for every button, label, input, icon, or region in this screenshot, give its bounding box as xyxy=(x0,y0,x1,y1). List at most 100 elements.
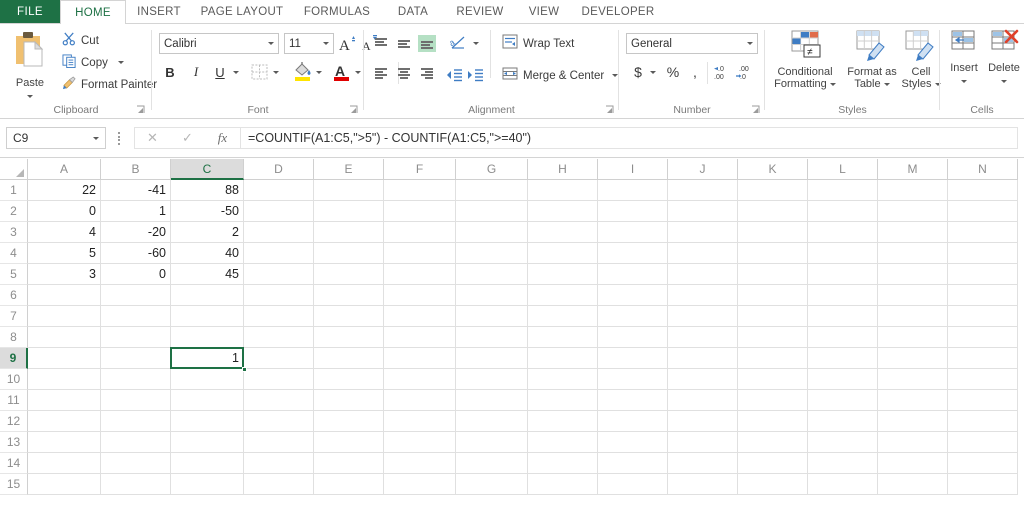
cell-B9[interactable] xyxy=(101,348,171,369)
cell-L13[interactable] xyxy=(808,432,878,453)
cell-H14[interactable] xyxy=(528,453,598,474)
select-all-corner[interactable] xyxy=(0,159,28,180)
cell-A11[interactable] xyxy=(28,390,101,411)
cell-H3[interactable] xyxy=(528,222,598,243)
cell-I10[interactable] xyxy=(598,369,668,390)
copy-dropdown-caret-icon[interactable] xyxy=(117,61,124,64)
cell-G15[interactable] xyxy=(456,474,528,495)
cell-F10[interactable] xyxy=(384,369,456,390)
cell-L4[interactable] xyxy=(808,243,878,264)
cell-K6[interactable] xyxy=(738,285,808,306)
cell-M11[interactable] xyxy=(878,390,948,411)
cell-C6[interactable] xyxy=(171,285,244,306)
cell-D12[interactable] xyxy=(244,411,314,432)
cell-E3[interactable] xyxy=(314,222,384,243)
name-box[interactable]: C9 xyxy=(6,127,106,149)
column-header-l[interactable]: L xyxy=(808,159,878,180)
cell-I2[interactable] xyxy=(598,201,668,222)
fill-handle[interactable] xyxy=(242,367,247,372)
cell-A5[interactable]: 3 xyxy=(28,264,101,285)
column-header-j[interactable]: J xyxy=(668,159,738,180)
column-header-f[interactable]: F xyxy=(384,159,456,180)
cell-E2[interactable] xyxy=(314,201,384,222)
cell-K12[interactable] xyxy=(738,411,808,432)
cell-D1[interactable] xyxy=(244,180,314,201)
row-header-11[interactable]: 11 xyxy=(0,390,28,411)
cell-L1[interactable] xyxy=(808,180,878,201)
cell-G12[interactable] xyxy=(456,411,528,432)
cell-L5[interactable] xyxy=(808,264,878,285)
cell-F4[interactable] xyxy=(384,243,456,264)
delete-cells-button[interactable]: Delete xyxy=(984,29,1024,86)
formula-bar-grip[interactable] xyxy=(118,132,122,145)
wrap-text-button[interactable]: Wrap Text xyxy=(502,34,574,53)
cell-B14[interactable] xyxy=(101,453,171,474)
cut-button[interactable]: Cut xyxy=(62,32,99,49)
cell-K1[interactable] xyxy=(738,180,808,201)
cell-I13[interactable] xyxy=(598,432,668,453)
cell-A6[interactable] xyxy=(28,285,101,306)
cell-F9[interactable] xyxy=(384,348,456,369)
cell-L7[interactable] xyxy=(808,306,878,327)
column-header-n[interactable]: N xyxy=(948,159,1018,180)
format-painter-button[interactable]: Format Painter xyxy=(62,76,157,93)
cell-F13[interactable] xyxy=(384,432,456,453)
row-header-15[interactable]: 15 xyxy=(0,474,28,495)
row-header-3[interactable]: 3 xyxy=(0,222,28,243)
cell-J11[interactable] xyxy=(668,390,738,411)
cell-G2[interactable] xyxy=(456,201,528,222)
cell-C1[interactable]: 88 xyxy=(171,180,244,201)
cell-M1[interactable] xyxy=(878,180,948,201)
cell-K2[interactable] xyxy=(738,201,808,222)
cell-K14[interactable] xyxy=(738,453,808,474)
font-size-combo[interactable]: 11 xyxy=(284,33,334,54)
formula-input[interactable]: =COUNTIF(A1:C5,">5") - COUNTIF(A1:C5,">=… xyxy=(240,127,1018,149)
paste-dropdown-caret-icon[interactable] xyxy=(27,95,33,99)
format-as-table-dropdown-caret-icon[interactable] xyxy=(883,82,890,86)
enter-formula-button[interactable]: ✓ xyxy=(170,130,205,146)
cell-H11[interactable] xyxy=(528,390,598,411)
column-header-b[interactable]: B xyxy=(101,159,171,180)
cell-H7[interactable] xyxy=(528,306,598,327)
row-header-4[interactable]: 4 xyxy=(0,243,28,264)
cell-F7[interactable] xyxy=(384,306,456,327)
decrease-indent-button[interactable] xyxy=(444,66,464,84)
cell-A8[interactable] xyxy=(28,327,101,348)
cell-A15[interactable] xyxy=(28,474,101,495)
row-header-2[interactable]: 2 xyxy=(0,201,28,222)
cell-L6[interactable] xyxy=(808,285,878,306)
cell-F6[interactable] xyxy=(384,285,456,306)
cell-G1[interactable] xyxy=(456,180,528,201)
cell-A1[interactable]: 22 xyxy=(28,180,101,201)
cell-I5[interactable] xyxy=(598,264,668,285)
cell-D8[interactable] xyxy=(244,327,314,348)
cell-H2[interactable] xyxy=(528,201,598,222)
cell-N7[interactable] xyxy=(948,306,1018,327)
tab-insert[interactable]: INSERT xyxy=(126,0,192,24)
column-header-h[interactable]: H xyxy=(528,159,598,180)
cell-D13[interactable] xyxy=(244,432,314,453)
cell-I8[interactable] xyxy=(598,327,668,348)
delete-dropdown-caret-icon[interactable] xyxy=(1001,79,1007,83)
cell-K7[interactable] xyxy=(738,306,808,327)
cell-M6[interactable] xyxy=(878,285,948,306)
cell-E10[interactable] xyxy=(314,369,384,390)
row-header-8[interactable]: 8 xyxy=(0,327,28,348)
cell-A13[interactable] xyxy=(28,432,101,453)
cell-E4[interactable] xyxy=(314,243,384,264)
cell-H13[interactable] xyxy=(528,432,598,453)
cell-G5[interactable] xyxy=(456,264,528,285)
cell-M10[interactable] xyxy=(878,369,948,390)
cell-F12[interactable] xyxy=(384,411,456,432)
column-header-a[interactable]: A xyxy=(28,159,101,180)
cell-J13[interactable] xyxy=(668,432,738,453)
cell-F8[interactable] xyxy=(384,327,456,348)
column-header-e[interactable]: E xyxy=(314,159,384,180)
name-box-caret-icon[interactable] xyxy=(87,136,105,140)
tab-view[interactable]: VIEW xyxy=(516,0,572,24)
cell-E9[interactable] xyxy=(314,348,384,369)
cell-N15[interactable] xyxy=(948,474,1018,495)
cell-E6[interactable] xyxy=(314,285,384,306)
cell-K10[interactable] xyxy=(738,369,808,390)
cell-E12[interactable] xyxy=(314,411,384,432)
